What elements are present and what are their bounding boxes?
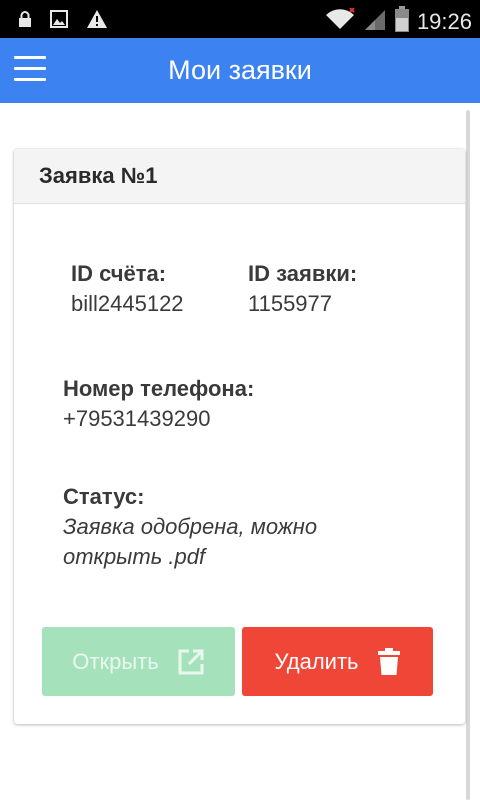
status-value-line1: Заявка одобрена, можно <box>63 514 318 539</box>
lock-icon <box>18 10 32 33</box>
request-id-label: ID заявки: <box>248 261 358 286</box>
bill-id-label: ID счёта: <box>71 261 167 286</box>
card-title: Заявка №1 <box>14 149 465 204</box>
status-field: Статус: Заявка одобрена, можно открыть .… <box>63 484 317 572</box>
request-id-field: ID заявки: 1155977 <box>248 261 357 317</box>
phone-field: Номер телефона: +79531439290 <box>63 376 254 432</box>
trash-icon <box>377 647 401 676</box>
signal-icon <box>363 7 387 36</box>
status-label: Статус: <box>63 484 145 509</box>
request-card: Заявка №1 ID счёта: bill2445122 ID заявк… <box>14 149 465 724</box>
bill-id-value: bill2445122 <box>71 291 184 316</box>
open-external-icon <box>177 648 205 676</box>
delete-button-label: Удалить <box>274 648 359 674</box>
open-button[interactable]: Открыть <box>42 627 235 696</box>
image-icon <box>50 10 68 33</box>
delete-button[interactable]: Удалить <box>242 627 433 696</box>
wifi-icon <box>325 7 355 35</box>
battery-icon <box>394 6 409 37</box>
page-title: Мои заявки <box>168 55 312 85</box>
phone-value: +79531439290 <box>63 406 211 431</box>
clock: 19:26 <box>416 8 472 34</box>
status-value-line2: открыть .pdf <box>63 544 206 569</box>
status-bar: 19:26 <box>0 0 480 38</box>
scrollbar[interactable] <box>466 110 470 800</box>
app-bar: Мои заявки <box>0 38 480 103</box>
phone-label: Номер телефона: <box>63 376 255 401</box>
warning-icon <box>86 9 108 34</box>
bill-id-field: ID счёта: bill2445122 <box>71 261 184 317</box>
request-id-value: 1155977 <box>248 291 333 316</box>
open-button-label: Открыть <box>72 648 159 674</box>
